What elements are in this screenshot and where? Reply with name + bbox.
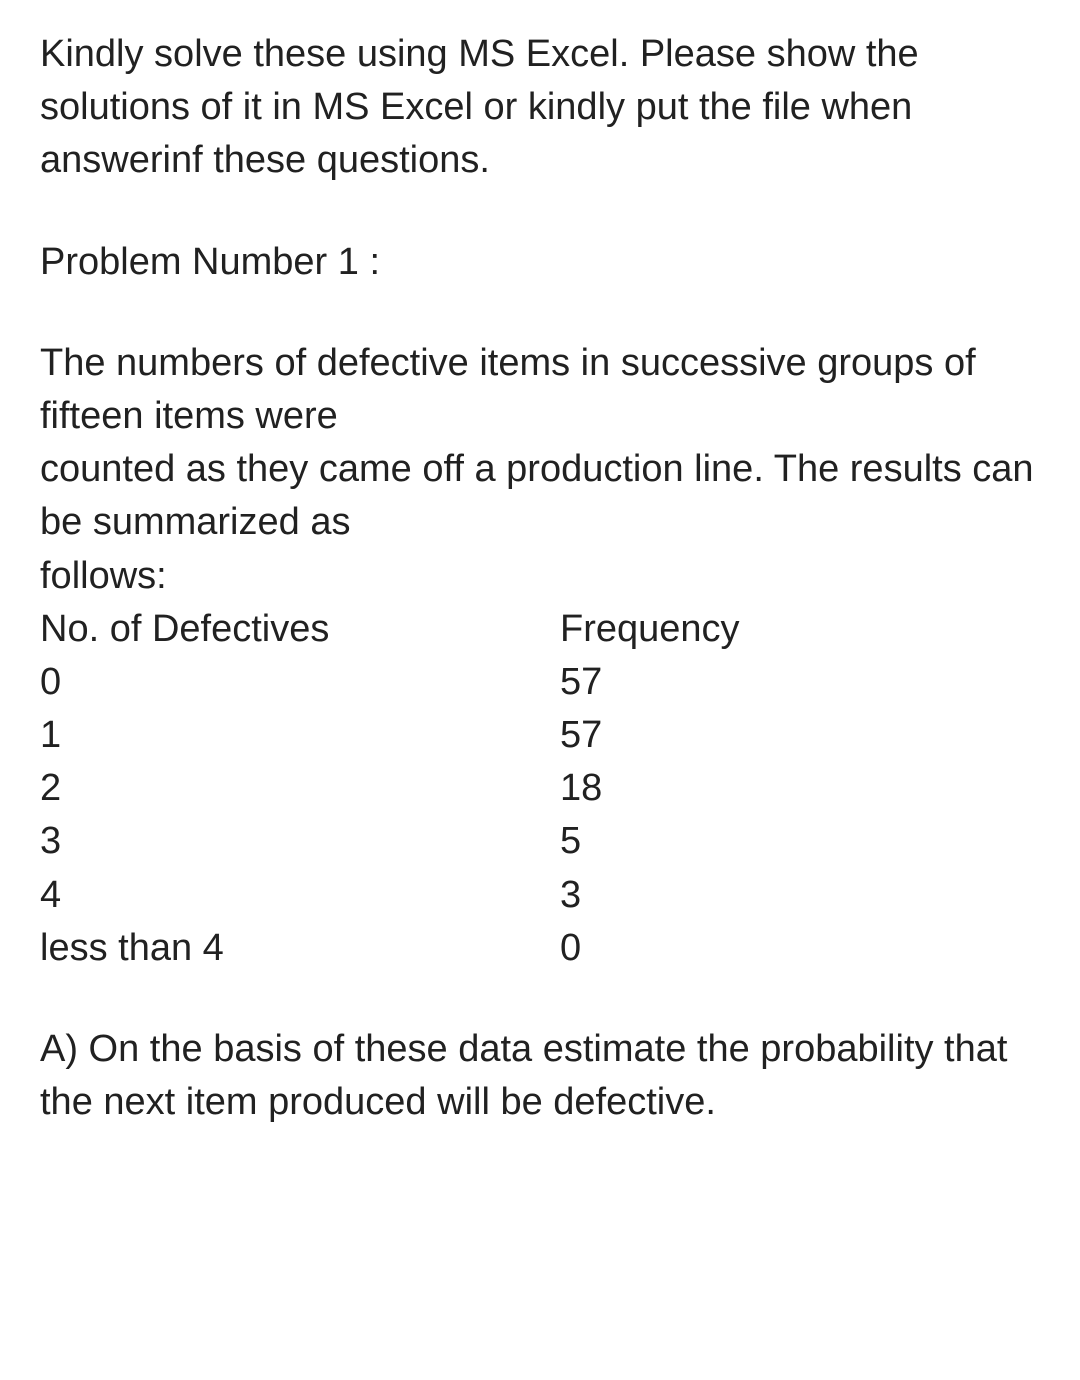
table-cell-defectives: 3 [40,815,560,868]
problem-label: Problem Number 1 : [40,236,1040,289]
table-cell-frequency: 3 [560,869,1040,922]
problem-text-line: counted as they came off a production li… [40,443,1040,549]
intro-paragraph: Kindly solve these using MS Excel. Pleas… [40,28,1040,188]
table-header-row: No. of Defectives Frequency [40,603,1040,656]
table-cell-frequency: 57 [560,656,1040,709]
problem-text-line: follows: [40,550,1040,603]
table-cell-frequency: 57 [560,709,1040,762]
table-header-defectives: No. of Defectives [40,603,560,656]
table-cell-defectives: 1 [40,709,560,762]
problem-body: The numbers of defective items in succes… [40,337,1040,975]
table-cell-defectives: 4 [40,869,560,922]
table-row: 2 18 [40,762,1040,815]
table-cell-defectives: 0 [40,656,560,709]
table-cell-defectives: 2 [40,762,560,815]
table-cell-defectives: less than 4 [40,922,560,975]
table-row: 4 3 [40,869,1040,922]
question-a: A) On the basis of these data estimate t… [40,1023,1040,1129]
table-cell-frequency: 5 [560,815,1040,868]
table-cell-frequency: 0 [560,922,1040,975]
problem-text-line: The numbers of defective items in succes… [40,337,1040,443]
table-header-frequency: Frequency [560,603,1040,656]
table-row: 3 5 [40,815,1040,868]
table-row: 1 57 [40,709,1040,762]
table-row: 0 57 [40,656,1040,709]
table-row: less than 4 0 [40,922,1040,975]
table-cell-frequency: 18 [560,762,1040,815]
